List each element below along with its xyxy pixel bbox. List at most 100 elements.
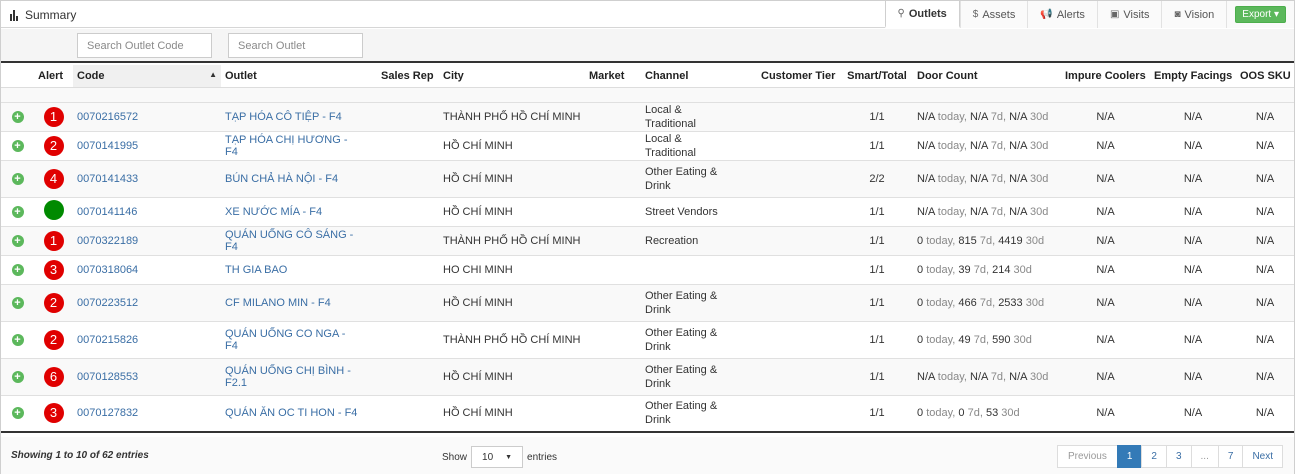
outlet-name-link[interactable]: QUÁN UỐNG CO NGA - F4	[225, 328, 360, 352]
outlet-name-link[interactable]: TẠP HÓA CÔ TIỆP - F4	[225, 111, 342, 123]
expand-row-icon[interactable]: +	[11, 407, 24, 420]
outlet-code-link[interactable]: 0070141146	[77, 206, 137, 218]
outlet-name-link[interactable]: CF MILANO MIN - F4	[225, 297, 331, 309]
page-button-1[interactable]: 1	[1116, 445, 1143, 468]
column-header-market[interactable]: Market	[585, 65, 641, 88]
outlet-name-link[interactable]: XE NƯỚC MÍA - F4	[225, 206, 322, 218]
expand-row-icon[interactable]: +	[11, 333, 24, 346]
outlet-name-link[interactable]: QUÁN UỐNG CÔ SÁNG - F4	[225, 229, 360, 253]
outlet-code-link[interactable]: 0070223512	[77, 297, 138, 309]
search-outlet-input[interactable]	[228, 33, 363, 58]
outlet-name-link[interactable]: TẠP HÓA CHỊ HƯƠNG - F4	[225, 134, 360, 158]
table-row: +1 0070322189 QUÁN UỐNG CÔ SÁNG - F4 THÀNH …	[1, 226, 1294, 256]
search-outlet-code-input[interactable]	[77, 33, 212, 58]
outlet-code-link[interactable]: 0070127832	[77, 407, 138, 419]
market-cell	[585, 197, 641, 227]
outlet-cell: QUÁN UỐNG CHỊ BÌNH - F2.1	[221, 358, 377, 396]
empty-facings-value: N/A	[1183, 407, 1203, 420]
door-count-part: 30d	[1001, 407, 1020, 420]
outlet-code-link[interactable]: 0070318064	[77, 264, 138, 276]
column-header-outlet[interactable]: Outlet	[221, 65, 377, 88]
channel-value: Street Vendors	[645, 205, 718, 218]
page-length-select[interactable]: 10 ▼	[471, 446, 524, 468]
column-header-impure-coolers[interactable]: Impure Coolers	[1061, 65, 1150, 88]
door-count-part: 30d	[1029, 139, 1049, 152]
previous-page-button[interactable]: Previous	[1056, 445, 1118, 468]
empty-facings-cell: N/A	[1150, 160, 1236, 198]
oos-sku-value: N/A	[1255, 296, 1275, 309]
door-count-part: N/A	[1009, 172, 1027, 185]
outlet-code-link[interactable]: 0070141433	[77, 173, 138, 185]
page-button-2[interactable]: 2	[1141, 445, 1167, 468]
expand-row-icon[interactable]: +	[11, 139, 24, 152]
tab-vision[interactable]: ◙ Vision	[1161, 1, 1227, 28]
impure-coolers-cell: N/A	[1061, 358, 1150, 396]
outlet-cell: CF MILANO MIN - F4	[221, 284, 377, 322]
impure-coolers-value: N/A	[1096, 172, 1115, 185]
column-header-city[interactable]: City	[439, 65, 585, 88]
outlet-code-link[interactable]: 0070215826	[77, 334, 138, 346]
expand-cell: +	[1, 284, 34, 322]
column-header-empty-facings[interactable]: Empty Facings	[1150, 65, 1236, 88]
column-header-channel[interactable]: Channel	[641, 65, 757, 88]
outlet-code-link[interactable]: 0070322189	[77, 235, 138, 247]
tab-assets[interactable]: $ Assets	[959, 1, 1028, 28]
expand-row-icon[interactable]: +	[11, 110, 24, 123]
column-header-customer-tier[interactable]: Customer Tier	[757, 65, 841, 88]
smart-total-value: 1/1	[869, 333, 885, 346]
empty-facings-value: N/A	[1183, 333, 1203, 346]
empty-facings-cell: N/A	[1150, 197, 1236, 227]
column-header-smart-total[interactable]: Smart/Total	[841, 65, 913, 88]
channel-value: Recreation	[645, 234, 699, 247]
sales-rep-cell	[377, 102, 439, 132]
expand-row-icon[interactable]: +	[11, 370, 24, 383]
door-count-part: N/A	[917, 110, 935, 123]
code-cell: 0070141995	[73, 131, 221, 161]
outlet-code-link[interactable]: 0070141995	[77, 140, 138, 152]
next-page-button[interactable]: Next	[1242, 445, 1283, 468]
page-button-7[interactable]: 7	[1217, 445, 1244, 468]
empty-facings-value: N/A	[1183, 263, 1203, 276]
column-header-code[interactable]: Code ▲	[73, 65, 221, 88]
tab-outlets[interactable]: ⚲ Outlets	[884, 1, 960, 28]
channel-cell: Other Eating & Drink	[641, 284, 757, 322]
smart-total-value: 1/1	[869, 205, 885, 218]
outlet-code-link[interactable]: 0070128553	[77, 371, 138, 383]
market-cell	[585, 226, 641, 256]
expand-row-icon[interactable]: +	[11, 172, 24, 185]
smart-total-value: 1/1	[869, 139, 885, 152]
expand-row-icon[interactable]: +	[11, 234, 24, 247]
outlet-name-link[interactable]: BÚN CHẢ HÀ NỘI - F4	[225, 173, 338, 185]
outlet-name-link[interactable]: QUÁN UỐNG CHỊ BÌNH - F2.1	[225, 365, 360, 389]
tab-visits[interactable]: ▣ Visits	[1096, 1, 1162, 28]
summary-title: Summary	[25, 8, 77, 22]
city-cell: THÀNH PHỐ HỒ CHÍ MINH	[439, 321, 585, 359]
column-header-sales-rep[interactable]: Sales Rep	[377, 65, 439, 88]
door-count-part: N/A	[970, 110, 988, 123]
alert-cell: 2	[34, 321, 73, 359]
expand-row-icon[interactable]: +	[11, 263, 24, 276]
outlet-name-link[interactable]: TH GIA BAO	[225, 264, 287, 276]
empty-facings-value: N/A	[1183, 234, 1203, 247]
oos-sku-value: N/A	[1255, 333, 1275, 346]
app-frame: Summary ⚲ Outlets $ Assets 📢 Alerts ▣ Visits ◙ Vi…	[0, 0, 1295, 474]
empty-facings-value: N/A	[1183, 205, 1203, 218]
column-header-alert[interactable]: Alert	[34, 65, 73, 88]
alert-badge: 4	[43, 168, 64, 189]
smart-total-value: 1/1	[869, 407, 885, 420]
column-header-door-count[interactable]: Door Count	[913, 65, 1061, 88]
city-value: THÀNH PHỐ HỒ CHÍ MINH	[443, 234, 581, 247]
outlet-code-link[interactable]: 0070216572	[77, 111, 138, 123]
column-header-oos-sku[interactable]: OOS SKU	[1236, 65, 1294, 88]
expand-row-icon[interactable]: +	[11, 296, 24, 309]
tab-alerts[interactable]: 📢 Alerts	[1027, 1, 1097, 28]
export-button[interactable]: Export ▾	[1235, 6, 1286, 23]
city-cell: HO CHI MINH	[439, 255, 585, 285]
expand-row-icon[interactable]: +	[11, 205, 24, 218]
channel-value: Other Eating & Drink	[645, 165, 718, 192]
outlet-name-link[interactable]: QUÁN ĂN OC TI HON - F4	[225, 407, 357, 419]
city-cell: THÀNH PHỐ HỒ CHÍ MINH	[439, 226, 585, 256]
page-button-3[interactable]: 3	[1165, 445, 1192, 468]
alert-cell: 4	[34, 160, 73, 198]
door-count-part: 30d	[1029, 370, 1049, 383]
